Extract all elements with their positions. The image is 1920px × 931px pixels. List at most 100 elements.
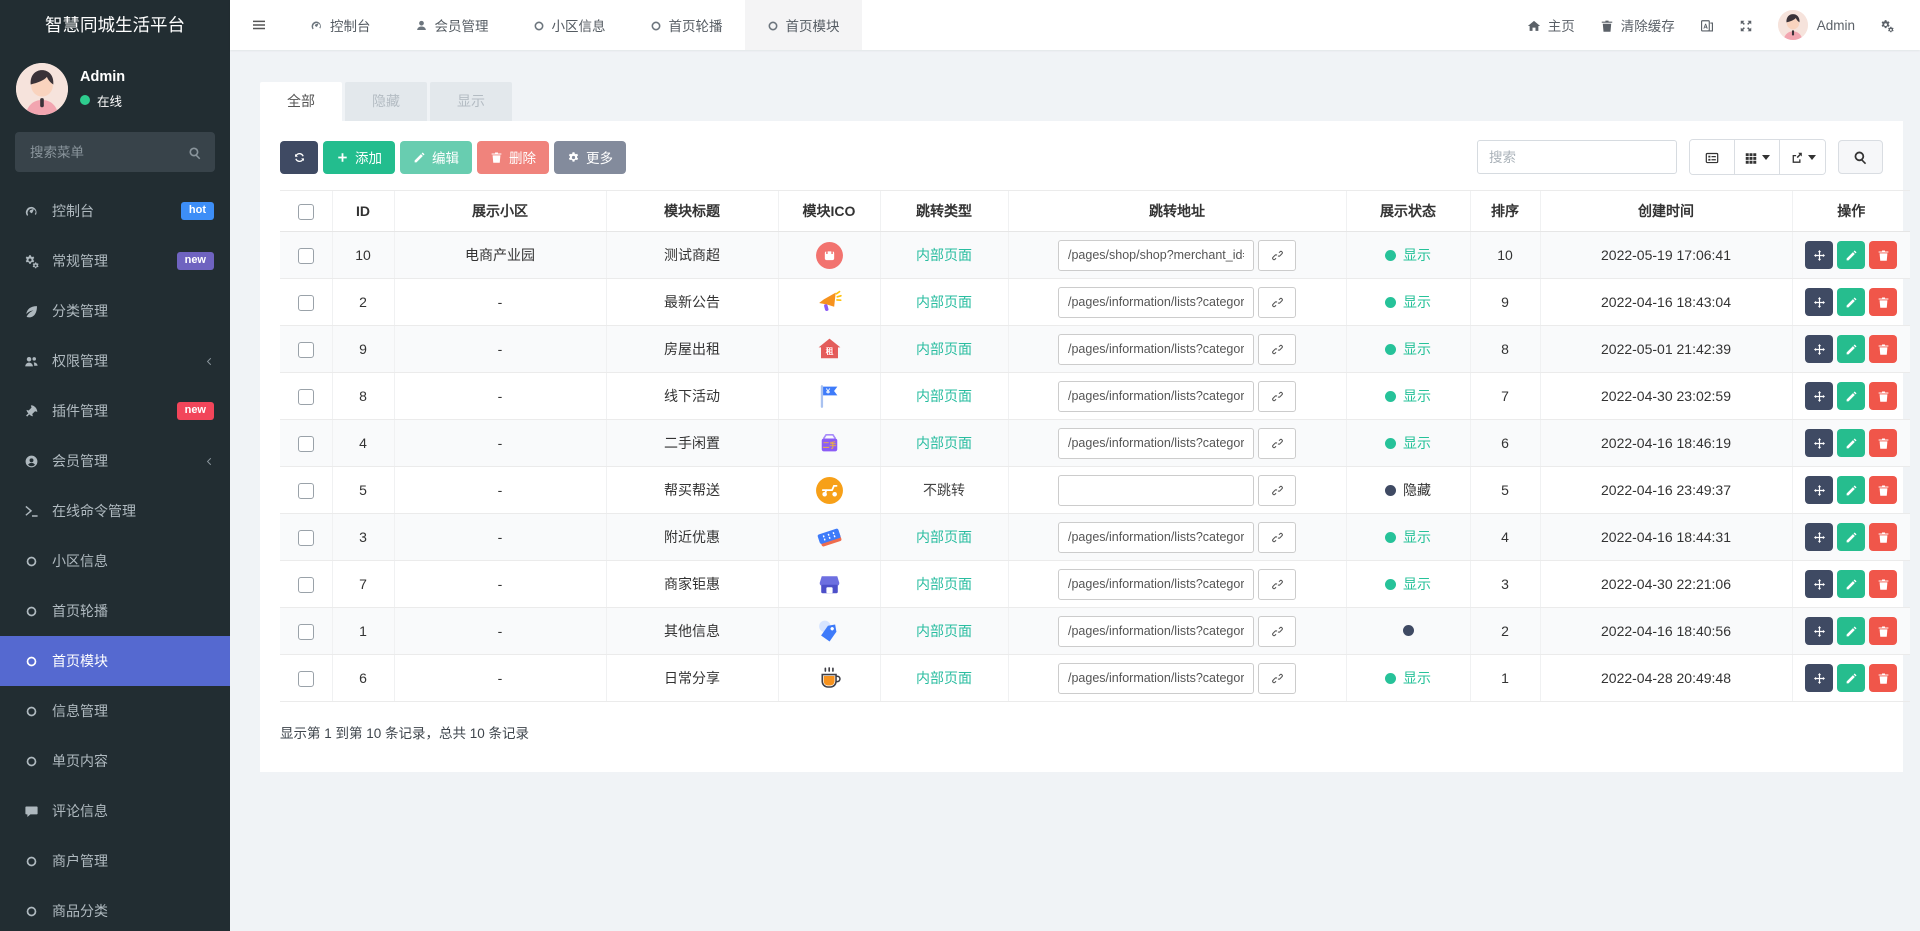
jump-url-input[interactable]: [1058, 615, 1254, 647]
sidebar-item[interactable]: 单页内容: [0, 736, 230, 786]
status-badge[interactable]: 显示: [1385, 574, 1431, 594]
menu-search-input[interactable]: [28, 143, 188, 161]
add-button[interactable]: 添加: [323, 140, 395, 174]
settings-button[interactable]: [1880, 17, 1894, 32]
jump-url-input[interactable]: [1058, 474, 1254, 506]
row-delete-button[interactable]: [1869, 664, 1898, 692]
link-button[interactable]: [1258, 521, 1296, 553]
drag-sort-button[interactable]: [1805, 241, 1834, 269]
jump-url-input[interactable]: [1058, 427, 1254, 459]
sidebar-item[interactable]: 小区信息: [0, 536, 230, 586]
drag-sort-button[interactable]: [1805, 429, 1834, 457]
jump-url-input[interactable]: [1058, 333, 1254, 365]
row-checkbox[interactable]: [297, 294, 314, 311]
navbar-tab[interactable]: 首页轮播: [628, 0, 745, 50]
row-delete-button[interactable]: [1869, 288, 1898, 316]
row-edit-button[interactable]: [1837, 476, 1866, 504]
sidebar-item[interactable]: 首页模块: [0, 636, 230, 686]
search-submit-button[interactable]: [1838, 140, 1883, 174]
status-badge[interactable]: 显示: [1385, 386, 1431, 406]
row-delete-button[interactable]: [1869, 523, 1898, 551]
delete-button[interactable]: 删除: [477, 140, 549, 174]
edit-button[interactable]: 编辑: [400, 140, 472, 174]
sidebar-item[interactable]: 商品分类: [0, 886, 230, 931]
sidebar-item[interactable]: 控制台 hot: [0, 186, 230, 236]
home-link[interactable]: 主页: [1527, 15, 1575, 35]
sidebar-item[interactable]: 插件管理 new: [0, 386, 230, 436]
status-badge[interactable]: 显示: [1385, 292, 1431, 312]
row-edit-button[interactable]: [1837, 288, 1866, 316]
refresh-button[interactable]: [280, 140, 318, 174]
navbar-tab[interactable]: 会员管理: [393, 0, 511, 50]
jump-url-input[interactable]: [1058, 568, 1254, 600]
link-button[interactable]: [1258, 474, 1296, 506]
sidebar-item[interactable]: 分类管理: [0, 286, 230, 336]
link-button[interactable]: [1258, 239, 1296, 271]
navbar-tab[interactable]: 小区信息: [511, 0, 628, 50]
status-badge[interactable]: 显示: [1385, 245, 1431, 265]
row-checkbox[interactable]: [297, 576, 314, 593]
status-badge[interactable]: 显示: [1385, 527, 1431, 547]
sidebar-item[interactable]: 信息管理: [0, 686, 230, 736]
menu-toggle-icon[interactable]: [230, 0, 288, 50]
search-icon[interactable]: [188, 144, 202, 160]
drag-sort-button[interactable]: [1805, 570, 1834, 598]
drag-sort-button[interactable]: [1805, 382, 1834, 410]
jump-url-input[interactable]: [1058, 662, 1254, 694]
row-checkbox[interactable]: [297, 341, 314, 358]
toggle-view-button[interactable]: [1690, 140, 1735, 174]
row-checkbox[interactable]: [297, 529, 314, 546]
link-button[interactable]: [1258, 662, 1296, 694]
row-edit-button[interactable]: [1837, 570, 1866, 598]
row-delete-button[interactable]: [1869, 429, 1898, 457]
sidebar-item[interactable]: 首页轮播: [0, 586, 230, 636]
link-button[interactable]: [1258, 568, 1296, 600]
sidebar-item[interactable]: 会员管理: [0, 436, 230, 486]
sidebar-item[interactable]: 商户管理: [0, 836, 230, 886]
jump-url-input[interactable]: [1058, 521, 1254, 553]
sidebar-item[interactable]: 常规管理 new: [0, 236, 230, 286]
row-edit-button[interactable]: [1837, 429, 1866, 457]
drag-sort-button[interactable]: [1805, 288, 1834, 316]
link-button[interactable]: [1258, 615, 1296, 647]
row-delete-button[interactable]: [1869, 335, 1898, 363]
drag-sort-button[interactable]: [1805, 476, 1834, 504]
status-badge[interactable]: 显示: [1385, 339, 1431, 359]
row-checkbox[interactable]: [297, 388, 314, 405]
translate-button[interactable]: [1700, 17, 1714, 32]
row-edit-button[interactable]: [1837, 241, 1866, 269]
row-checkbox[interactable]: [297, 482, 314, 499]
sidebar-item[interactable]: 评论信息: [0, 786, 230, 836]
jump-url-input[interactable]: [1058, 239, 1254, 271]
clear-cache-link[interactable]: 清除缓存: [1600, 15, 1675, 35]
columns-button[interactable]: [1735, 140, 1780, 174]
row-edit-button[interactable]: [1837, 382, 1866, 410]
row-checkbox[interactable]: [297, 670, 314, 687]
sidebar-item[interactable]: 在线命令管理: [0, 486, 230, 536]
navbar-tab[interactable]: 首页模块: [744, 0, 862, 50]
drag-sort-button[interactable]: [1805, 335, 1834, 363]
filter-tab[interactable]: 隐藏: [345, 82, 427, 121]
row-delete-button[interactable]: [1869, 241, 1898, 269]
row-edit-button[interactable]: [1837, 617, 1866, 645]
row-edit-button[interactable]: [1837, 664, 1866, 692]
status-badge[interactable]: 显示: [1385, 433, 1431, 453]
drag-sort-button[interactable]: [1805, 523, 1834, 551]
more-button[interactable]: 更多: [554, 140, 626, 174]
filter-tab[interactable]: 显示: [430, 82, 512, 121]
row-checkbox[interactable]: [297, 623, 314, 640]
status-badge[interactable]: 显示: [1385, 668, 1431, 688]
fullscreen-button[interactable]: [1739, 17, 1753, 32]
row-delete-button[interactable]: [1869, 382, 1898, 410]
row-delete-button[interactable]: [1869, 570, 1898, 598]
status-badge[interactable]: 隐藏: [1385, 480, 1431, 500]
sidebar-item[interactable]: 权限管理: [0, 336, 230, 386]
link-button[interactable]: [1258, 333, 1296, 365]
row-checkbox[interactable]: [297, 247, 314, 264]
table-search-input[interactable]: [1477, 140, 1677, 174]
drag-sort-button[interactable]: [1805, 664, 1834, 692]
export-button[interactable]: [1780, 140, 1825, 174]
jump-url-input[interactable]: [1058, 286, 1254, 318]
link-button[interactable]: [1258, 286, 1296, 318]
status-badge[interactable]: [1402, 625, 1414, 636]
